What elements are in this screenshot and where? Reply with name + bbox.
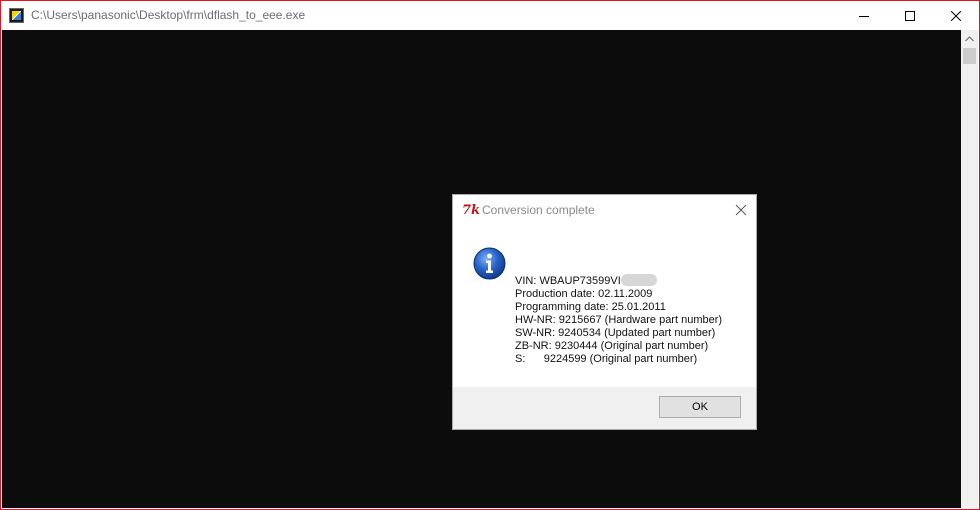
dialog-footer: OK [453,387,756,429]
message-line: Programming date: 25.01.2011 [515,301,666,313]
dialog-message: VIN: WBAUP73599VI Production date: 02.11… [515,274,722,366]
message-line-vin: VIN: WBAUP73599VI [515,274,722,288]
message-line: Production date: 02.11.2009 [515,288,653,300]
close-button[interactable] [933,1,979,30]
vertical-scrollbar[interactable] [961,30,978,508]
minimize-icon [859,15,869,17]
dialog-close-button[interactable] [734,203,748,217]
chevron-up-icon [965,35,974,41]
info-icon [473,247,506,280]
redacted-blur [620,274,657,286]
dialog-title: Conversion complete [482,203,595,217]
conversion-dialog: 7k Conversion complete VIN: WBAUP73599VI… [452,194,757,430]
message-line: SW-NR: 9240534 (Updated part number) [515,327,716,339]
message-line: ZB-NR: 9230444 (Original part number) [515,340,709,352]
message-line: S: 9224599 (Original part number) [515,353,698,365]
close-icon [735,204,747,216]
scroll-thumb[interactable] [963,48,976,64]
minimize-button[interactable] [841,1,887,30]
window-title: C:\Users\panasonic\Desktop\frm\dflash_to… [31,8,306,22]
ok-button[interactable]: OK [659,396,741,418]
maximize-icon [905,10,915,21]
message-line: HW-NR: 9215667 (Hardware part number) [515,314,723,326]
maximize-button[interactable] [887,1,933,30]
title-bar[interactable]: C:\Users\panasonic\Desktop\frm\dflash_to… [1,1,979,30]
scroll-up-button[interactable] [961,30,978,47]
app-icon [9,8,24,23]
close-icon [951,10,961,21]
tk-feather-icon: 7k [462,203,481,218]
